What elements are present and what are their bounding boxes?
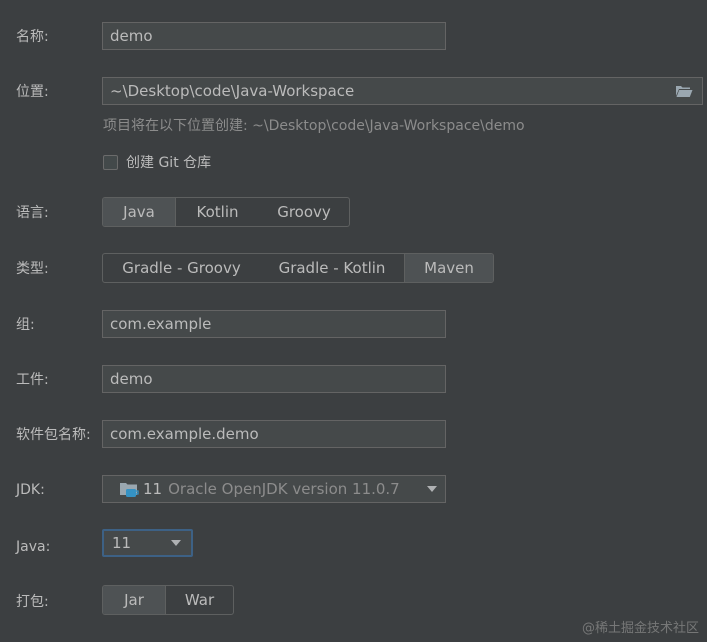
jdk-version: 11 (143, 480, 163, 498)
build-type-option-maven[interactable]: Maven (404, 254, 493, 282)
build-type-segmented-control: Gradle - Groovy Gradle - Kotlin Maven (102, 253, 494, 283)
packaging-option-war[interactable]: War (165, 586, 233, 614)
watermark: @稀土掘金技术社区 (581, 621, 699, 636)
package-name-label: 软件包名称: (16, 427, 91, 443)
location-hint: 项目将在以下位置创建: ~\Desktop\code\Java-Workspac… (103, 118, 525, 134)
packaging-segmented-control: Jar War (102, 585, 234, 615)
group-label: 组: (16, 317, 35, 333)
type-label: 类型: (16, 261, 49, 277)
group-input[interactable]: com.example (102, 310, 446, 338)
artifact-label: 工件: (16, 372, 49, 388)
name-label: 名称: (16, 29, 49, 45)
name-input[interactable]: demo (102, 22, 446, 50)
location-value: ~\Desktop\code\Java-Workspace (110, 82, 355, 100)
folder-open-icon[interactable] (675, 84, 693, 98)
language-label: 语言: (16, 205, 49, 221)
jdk-dropdown[interactable]: 11 Oracle OpenJDK version 11.0.7 (102, 475, 446, 503)
jdk-name: Oracle OpenJDK version 11.0.7 (168, 480, 400, 498)
java-label: Java: (16, 539, 51, 555)
location-input[interactable]: ~\Desktop\code\Java-Workspace (102, 77, 703, 105)
location-label: 位置: (16, 84, 49, 100)
build-type-option-gradle-kotlin[interactable]: Gradle - Kotlin (260, 254, 404, 282)
create-git-repo-label: 创建 Git 仓库 (126, 155, 212, 171)
java-version-dropdown[interactable]: 11 (102, 529, 193, 557)
packaging-label: 打包: (16, 594, 49, 610)
chevron-down-icon (427, 486, 437, 492)
packaging-option-jar[interactable]: Jar (103, 586, 165, 614)
create-git-repo-checkbox-row[interactable]: 创建 Git 仓库 (103, 152, 211, 172)
jdk-label: JDK: (16, 482, 45, 498)
language-segmented-control: Java Kotlin Groovy (102, 197, 350, 227)
java-version-value: 11 (112, 534, 132, 552)
chevron-down-icon (171, 540, 181, 546)
artifact-input[interactable]: demo (102, 365, 446, 393)
build-type-option-gradle-groovy[interactable]: Gradle - Groovy (103, 254, 260, 282)
package-name-input[interactable]: com.example.demo (102, 420, 446, 448)
language-option-groovy[interactable]: Groovy (259, 198, 349, 226)
jdk-folder-icon (120, 483, 139, 497)
create-git-repo-checkbox[interactable] (103, 154, 118, 170)
language-option-kotlin[interactable]: Kotlin (175, 198, 259, 226)
language-option-java[interactable]: Java (103, 198, 175, 226)
